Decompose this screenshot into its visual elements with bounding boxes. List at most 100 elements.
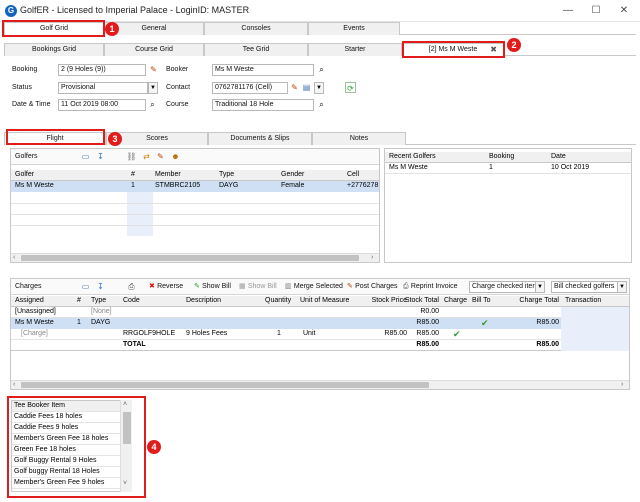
recent-grid-header: Recent Golfers Booking Date (385, 152, 631, 163)
row-stock-total: R0.00 (420, 308, 439, 315)
search-datetime-icon[interactable]: ⌕ (147, 99, 158, 110)
list-item[interactable]: Caddie Fees 18 holes (12, 412, 131, 423)
charge-row-unassigned[interactable]: [Unassigned] [None] R0.00 (11, 307, 629, 318)
course-field[interactable]: Traditional 18 Hole (212, 99, 314, 111)
post-charges-label: Post Charges (355, 283, 398, 290)
search-booker-icon[interactable]: ⌕ (316, 64, 327, 75)
charge-row-golfer[interactable]: Ms M Weste 1 DAYG R85.00 ✔ R85.00 (11, 318, 629, 329)
charge-row-total: TOTAL R85.00 R85.00 (11, 340, 629, 351)
edit-booking-icon[interactable]: ✎ (148, 64, 159, 75)
row-charge-total: R85.00 (536, 341, 559, 348)
charges-hscrollbar[interactable]: ‹ › (11, 380, 629, 389)
post-charges-button[interactable]: ✎ Post Charges (347, 280, 398, 294)
bill-checked-dropdown-icon[interactable]: ▼ (617, 281, 627, 293)
tab-starter[interactable]: Starter (308, 43, 402, 56)
datetime-label: Date & Time (12, 101, 51, 108)
tab-documents-slips[interactable]: Documents & Slips (208, 132, 312, 145)
show-bill-icon: ✎ (194, 283, 200, 290)
charge-checked-select[interactable]: Charge checked iter (469, 281, 537, 293)
reprint-invoice-label: Reprint Invoice (410, 283, 458, 290)
scroll-left-icon[interactable]: ‹ (13, 254, 15, 261)
contact-dropdown-icon[interactable]: ▼ (314, 82, 324, 94)
contact-card-icon[interactable]: ▤ (301, 82, 312, 93)
minimize-button[interactable]: — (554, 3, 582, 19)
golfers-scroll-thumb[interactable] (21, 255, 359, 261)
scroll-left-icon[interactable]: ‹ (13, 381, 15, 388)
booker-field[interactable]: Ms M Weste (212, 64, 314, 76)
import-golfer-icon[interactable]: ↧ (95, 151, 106, 162)
tee-booker-vscrollbar[interactable]: ˄ ˅ (120, 400, 132, 492)
charge-checked-dropdown-icon[interactable]: ▼ (535, 281, 545, 293)
recent-golfer-name: Ms M Weste (389, 164, 428, 171)
list-item[interactable]: Green Fee 18 holes (12, 445, 131, 456)
maximize-button[interactable]: ☐ (582, 3, 610, 19)
swap-golfer-icon[interactable]: ⇄ (141, 151, 152, 162)
list-item[interactable]: Member's Green Fee 9 holes (12, 478, 131, 489)
print-icon[interactable]: ⎙ (126, 281, 137, 292)
new-charge-icon[interactable]: ▭ (80, 281, 91, 292)
tab-tee-grid[interactable]: Tee Grid (204, 43, 308, 56)
scroll-right-icon[interactable]: › (621, 381, 623, 388)
app-logo-icon: G (5, 5, 17, 17)
datetime-field[interactable]: 11 Oct 2019 08:00 (58, 99, 146, 111)
status-dropdown-icon[interactable]: ▼ (148, 82, 158, 94)
link-golfer-icon[interactable]: ⛓ (126, 151, 137, 162)
row-quantity: 1 (277, 330, 281, 337)
tab-events[interactable]: Events (308, 22, 400, 35)
scroll-down-icon[interactable]: ˅ (123, 480, 127, 487)
import-charge-icon[interactable]: ↧ (95, 281, 106, 292)
list-item[interactable]: Member's Green Fee 18 holes (12, 434, 131, 445)
reprint-invoice-button[interactable]: ⎙ Reprint Invoice (403, 280, 458, 294)
booker-label: Booker (166, 66, 189, 73)
close-button[interactable]: ✕ (610, 3, 638, 19)
col-unit-of-measure: Unit of Measure (300, 297, 350, 304)
list-item[interactable]: Golf buggy Rental 18 Holes (12, 467, 131, 478)
recent-row[interactable]: Ms M Weste 1 10 Oct 2019 (385, 163, 631, 174)
charges-title: Charges (15, 283, 42, 290)
tab-notes[interactable]: Notes (312, 132, 406, 145)
tee-booker-header: Tee Booker Item (12, 401, 131, 412)
tab-bookings-grid[interactable]: Bookings Grid (4, 43, 104, 56)
window-title: GolfER - Licensed to Imperial Palace - L… (20, 5, 250, 15)
show-bill-disabled-button[interactable]: ▦ Show Bill (239, 280, 277, 294)
contact-field[interactable]: 0762781176 (Cell) (212, 82, 288, 94)
merge-selected-button[interactable]: ▥ Merge Selected (285, 280, 343, 294)
new-golfer-icon[interactable]: ▭ (80, 151, 91, 162)
charge-check-icon[interactable]: ✔ (451, 329, 465, 339)
row-stock-total: R85.00 (416, 341, 439, 348)
row-divider (11, 225, 379, 226)
bill-checked-select[interactable]: Bill checked golfers (551, 281, 619, 293)
golfer-row[interactable]: Ms M Weste 1 STMBRC2105 DAYG Female +277… (11, 181, 379, 192)
bill-to-check-icon[interactable]: ✔ (479, 318, 493, 328)
search-course-icon[interactable]: ⌕ (316, 99, 327, 110)
edit-golfer-icon[interactable]: ✎ (155, 151, 166, 162)
tab-general[interactable]: General (104, 22, 204, 35)
col-bill-to: Bill To (472, 297, 491, 304)
group-golfers-icon[interactable]: ☻ (170, 151, 181, 162)
annotation-badge-2: 2 (507, 38, 521, 52)
charge-row-item[interactable]: [Charge] RRGOLF9HOLE 9 Holes Fees 1 Unit… (11, 329, 629, 340)
golfers-title: Golfers (15, 153, 38, 160)
reverse-button[interactable]: ✖ Reverse (149, 280, 183, 294)
show-bill-button[interactable]: ✎ Show Bill (194, 280, 231, 294)
scroll-right-icon[interactable]: › (371, 254, 373, 261)
charges-scroll-thumb[interactable] (21, 382, 429, 388)
tab-consoles[interactable]: Consoles (204, 22, 308, 35)
refresh-icon[interactable]: ⟳ (345, 82, 356, 93)
list-item[interactable]: Caddie Fees 9 holes (12, 423, 131, 434)
col-recent-booking: Booking (489, 153, 515, 160)
tee-booker-scroll-thumb[interactable] (123, 412, 131, 444)
list-item[interactable]: Golf Buggy Rental 9 Holes (12, 456, 131, 467)
golfers-hscrollbar[interactable]: ‹ › (11, 253, 379, 262)
scroll-up-icon[interactable]: ˄ (123, 401, 127, 408)
edit-contact-icon[interactable]: ✎ (289, 82, 300, 93)
annotation-badge-1: 1 (105, 22, 119, 36)
merge-icon: ▥ (285, 283, 292, 290)
row-stock-total: R85.00 (416, 319, 439, 326)
booking-field[interactable]: 2 (9 Holes (9)) (58, 64, 146, 76)
tab-course-grid[interactable]: Course Grid (104, 43, 204, 56)
row-type: DAYG (91, 319, 111, 326)
status-select[interactable]: Provisional (58, 82, 148, 94)
row-assigned: [Charge] (21, 330, 48, 337)
col-charge-total: Charge Total (519, 297, 559, 304)
